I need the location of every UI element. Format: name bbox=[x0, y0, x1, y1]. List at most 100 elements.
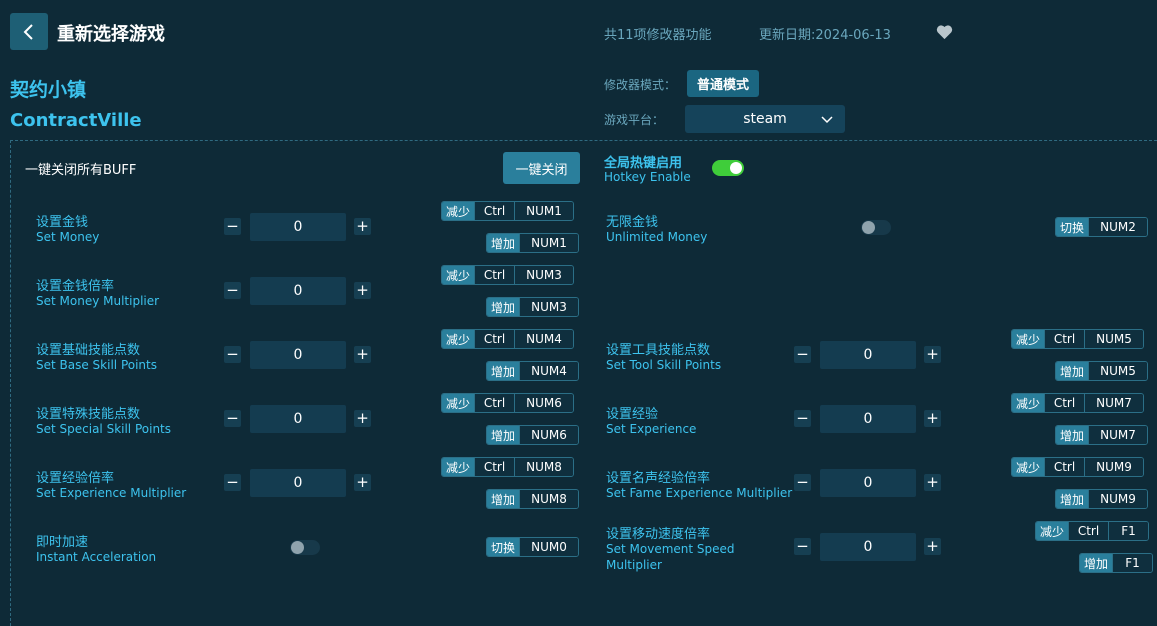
hotkey-key: F1 bbox=[1112, 554, 1153, 572]
decrease-tag: 减少 bbox=[442, 458, 475, 476]
hotkey-key: NUM2 bbox=[1088, 218, 1148, 236]
ctrl-key: Ctrl bbox=[474, 394, 515, 412]
instant-accel-toggle-hotkey[interactable]: 切换 NUM0 bbox=[486, 537, 580, 557]
exp-multiplier-increase-hotkey[interactable]: 增加 NUM8 bbox=[486, 489, 580, 509]
special-skill-decrease-hotkey[interactable]: 减少 Ctrl NUM6 bbox=[441, 393, 575, 413]
base-skill-decrease-hotkey[interactable]: 减少 Ctrl NUM4 bbox=[441, 329, 575, 349]
special-skill-increase-hotkey[interactable]: 增加 NUM6 bbox=[486, 425, 580, 445]
move-speed-input[interactable]: 0 bbox=[820, 533, 916, 561]
feature-count: 共11项修改器功能 bbox=[604, 28, 712, 43]
increase-tag: 增加 bbox=[1056, 490, 1089, 508]
mode-button[interactable]: 普通模式 bbox=[687, 70, 759, 97]
tool-skill-decrease-hotkey[interactable]: 减少 Ctrl NUM5 bbox=[1011, 329, 1145, 349]
move-speed-increase-hotkey[interactable]: 增加 F1 bbox=[1079, 553, 1154, 573]
set-money-label-en: Set Money bbox=[36, 230, 100, 244]
increase-tag: 增加 bbox=[487, 362, 520, 380]
tool-skill-increase-hotkey[interactable]: 增加 NUM5 bbox=[1055, 361, 1149, 381]
heart-icon[interactable] bbox=[936, 24, 953, 40]
tool-skill-label-cn: 设置工具技能点数 bbox=[606, 343, 711, 358]
money-multiplier-label-cn: 设置金钱倍率 bbox=[36, 279, 115, 294]
game-title-en: ContractVille bbox=[10, 110, 142, 131]
unlimited-money-label-en: Unlimited Money bbox=[606, 230, 708, 244]
exp-multiplier-label-en: Set Experience Multiplier bbox=[36, 486, 187, 500]
base-skill-label-en: Set Base Skill Points bbox=[36, 358, 157, 372]
increase-tag: 增加 bbox=[487, 426, 520, 444]
hotkey-key: NUM4 bbox=[514, 330, 574, 348]
base-skill-input[interactable]: 0 bbox=[250, 341, 346, 369]
move-speed-minus-button[interactable]: − bbox=[794, 538, 811, 555]
back-button[interactable] bbox=[10, 13, 48, 50]
decrease-tag: 减少 bbox=[442, 266, 475, 284]
decrease-tag: 减少 bbox=[1036, 522, 1069, 540]
experience-minus-button[interactable]: − bbox=[794, 410, 811, 427]
experience-increase-hotkey[interactable]: 增加 NUM7 bbox=[1055, 425, 1149, 445]
ctrl-key: Ctrl bbox=[474, 266, 515, 284]
fame-exp-multiplier-minus-button[interactable]: − bbox=[794, 474, 811, 491]
tool-skill-plus-button[interactable]: + bbox=[924, 346, 941, 363]
base-skill-minus-button[interactable]: − bbox=[224, 346, 241, 363]
exp-multiplier-plus-button[interactable]: + bbox=[354, 474, 371, 491]
money-multiplier-input[interactable]: 0 bbox=[250, 277, 346, 305]
fame-exp-multiplier-decrease-hotkey[interactable]: 减少 Ctrl NUM9 bbox=[1011, 457, 1145, 477]
unlimited-money-toggle[interactable] bbox=[861, 220, 891, 235]
increase-tag: 增加 bbox=[487, 490, 520, 508]
exp-multiplier-input[interactable]: 0 bbox=[250, 469, 346, 497]
experience-plus-button[interactable]: + bbox=[924, 410, 941, 427]
instant-accel-label-en: Instant Acceleration bbox=[36, 550, 157, 564]
hotkey-label-cn: 全局热键启用 bbox=[604, 156, 683, 171]
page-title: 重新选择游戏 bbox=[57, 24, 165, 45]
special-skill-plus-button[interactable]: + bbox=[354, 410, 371, 427]
experience-input[interactable]: 0 bbox=[820, 405, 916, 433]
hotkey-key: NUM0 bbox=[519, 538, 579, 556]
chevron-down-icon bbox=[821, 116, 833, 124]
money-multiplier-increase-hotkey[interactable]: 增加 NUM3 bbox=[486, 297, 580, 317]
hotkey-key: NUM7 bbox=[1084, 394, 1144, 412]
experience-decrease-hotkey[interactable]: 减少 Ctrl NUM7 bbox=[1011, 393, 1145, 413]
fame-exp-multiplier-label-cn: 设置名声经验倍率 bbox=[606, 471, 711, 486]
hotkey-key: NUM4 bbox=[519, 362, 579, 380]
money-multiplier-decrease-hotkey[interactable]: 减少 Ctrl NUM3 bbox=[441, 265, 575, 285]
ctrl-key: Ctrl bbox=[1068, 522, 1109, 540]
exp-multiplier-decrease-hotkey[interactable]: 减少 Ctrl NUM8 bbox=[441, 457, 575, 477]
special-skill-label-cn: 设置特殊技能点数 bbox=[36, 407, 141, 422]
money-multiplier-plus-button[interactable]: + bbox=[354, 282, 371, 299]
move-speed-plus-button[interactable]: + bbox=[924, 538, 941, 555]
base-skill-increase-hotkey[interactable]: 增加 NUM4 bbox=[486, 361, 580, 381]
ctrl-key: Ctrl bbox=[1044, 330, 1085, 348]
experience-label-cn: 设置经验 bbox=[606, 407, 659, 422]
base-skill-label-cn: 设置基础技能点数 bbox=[36, 343, 141, 358]
special-skill-minus-button[interactable]: − bbox=[224, 410, 241, 427]
fame-exp-multiplier-plus-button[interactable]: + bbox=[924, 474, 941, 491]
tool-skill-minus-button[interactable]: − bbox=[794, 346, 811, 363]
increase-tag: 增加 bbox=[1080, 554, 1113, 572]
hotkey-key: NUM7 bbox=[1088, 426, 1148, 444]
instant-accel-label-cn: 即时加速 bbox=[36, 535, 89, 550]
money-multiplier-minus-button[interactable]: − bbox=[224, 282, 241, 299]
set-money-increase-hotkey[interactable]: 增加 NUM1 bbox=[486, 233, 580, 253]
special-skill-input[interactable]: 0 bbox=[250, 405, 346, 433]
hotkey-key: NUM1 bbox=[514, 202, 574, 220]
fame-exp-multiplier-input[interactable]: 0 bbox=[820, 469, 916, 497]
set-money-decrease-hotkey[interactable]: 减少 Ctrl NUM1 bbox=[441, 201, 575, 221]
close-all-button[interactable]: 一键关闭 bbox=[503, 152, 580, 184]
toggle-tag: 切换 bbox=[1056, 218, 1089, 236]
hotkey-toggle[interactable] bbox=[712, 160, 744, 176]
hotkey-key: NUM3 bbox=[519, 298, 579, 316]
increase-tag: 增加 bbox=[1056, 362, 1089, 380]
unlimited-money-toggle-hotkey[interactable]: 切换 NUM2 bbox=[1055, 217, 1149, 237]
hotkey-key: NUM8 bbox=[519, 490, 579, 508]
set-money-plus-button[interactable]: + bbox=[354, 218, 371, 235]
tool-skill-input[interactable]: 0 bbox=[820, 341, 916, 369]
base-skill-plus-button[interactable]: + bbox=[354, 346, 371, 363]
instant-accel-toggle[interactable] bbox=[290, 540, 320, 555]
move-speed-decrease-hotkey[interactable]: 减少 Ctrl F1 bbox=[1035, 521, 1150, 541]
set-money-minus-button[interactable]: − bbox=[224, 218, 241, 235]
fame-exp-multiplier-increase-hotkey[interactable]: 增加 NUM9 bbox=[1055, 489, 1149, 509]
hotkey-key: NUM5 bbox=[1084, 330, 1144, 348]
exp-multiplier-minus-button[interactable]: − bbox=[224, 474, 241, 491]
platform-select[interactable]: steam bbox=[685, 105, 845, 133]
move-speed-label-en-line2: Multiplier bbox=[606, 558, 662, 572]
toggle-tag: 切换 bbox=[487, 538, 520, 556]
set-money-input[interactable]: 0 bbox=[250, 213, 346, 241]
decrease-tag: 减少 bbox=[1012, 330, 1045, 348]
